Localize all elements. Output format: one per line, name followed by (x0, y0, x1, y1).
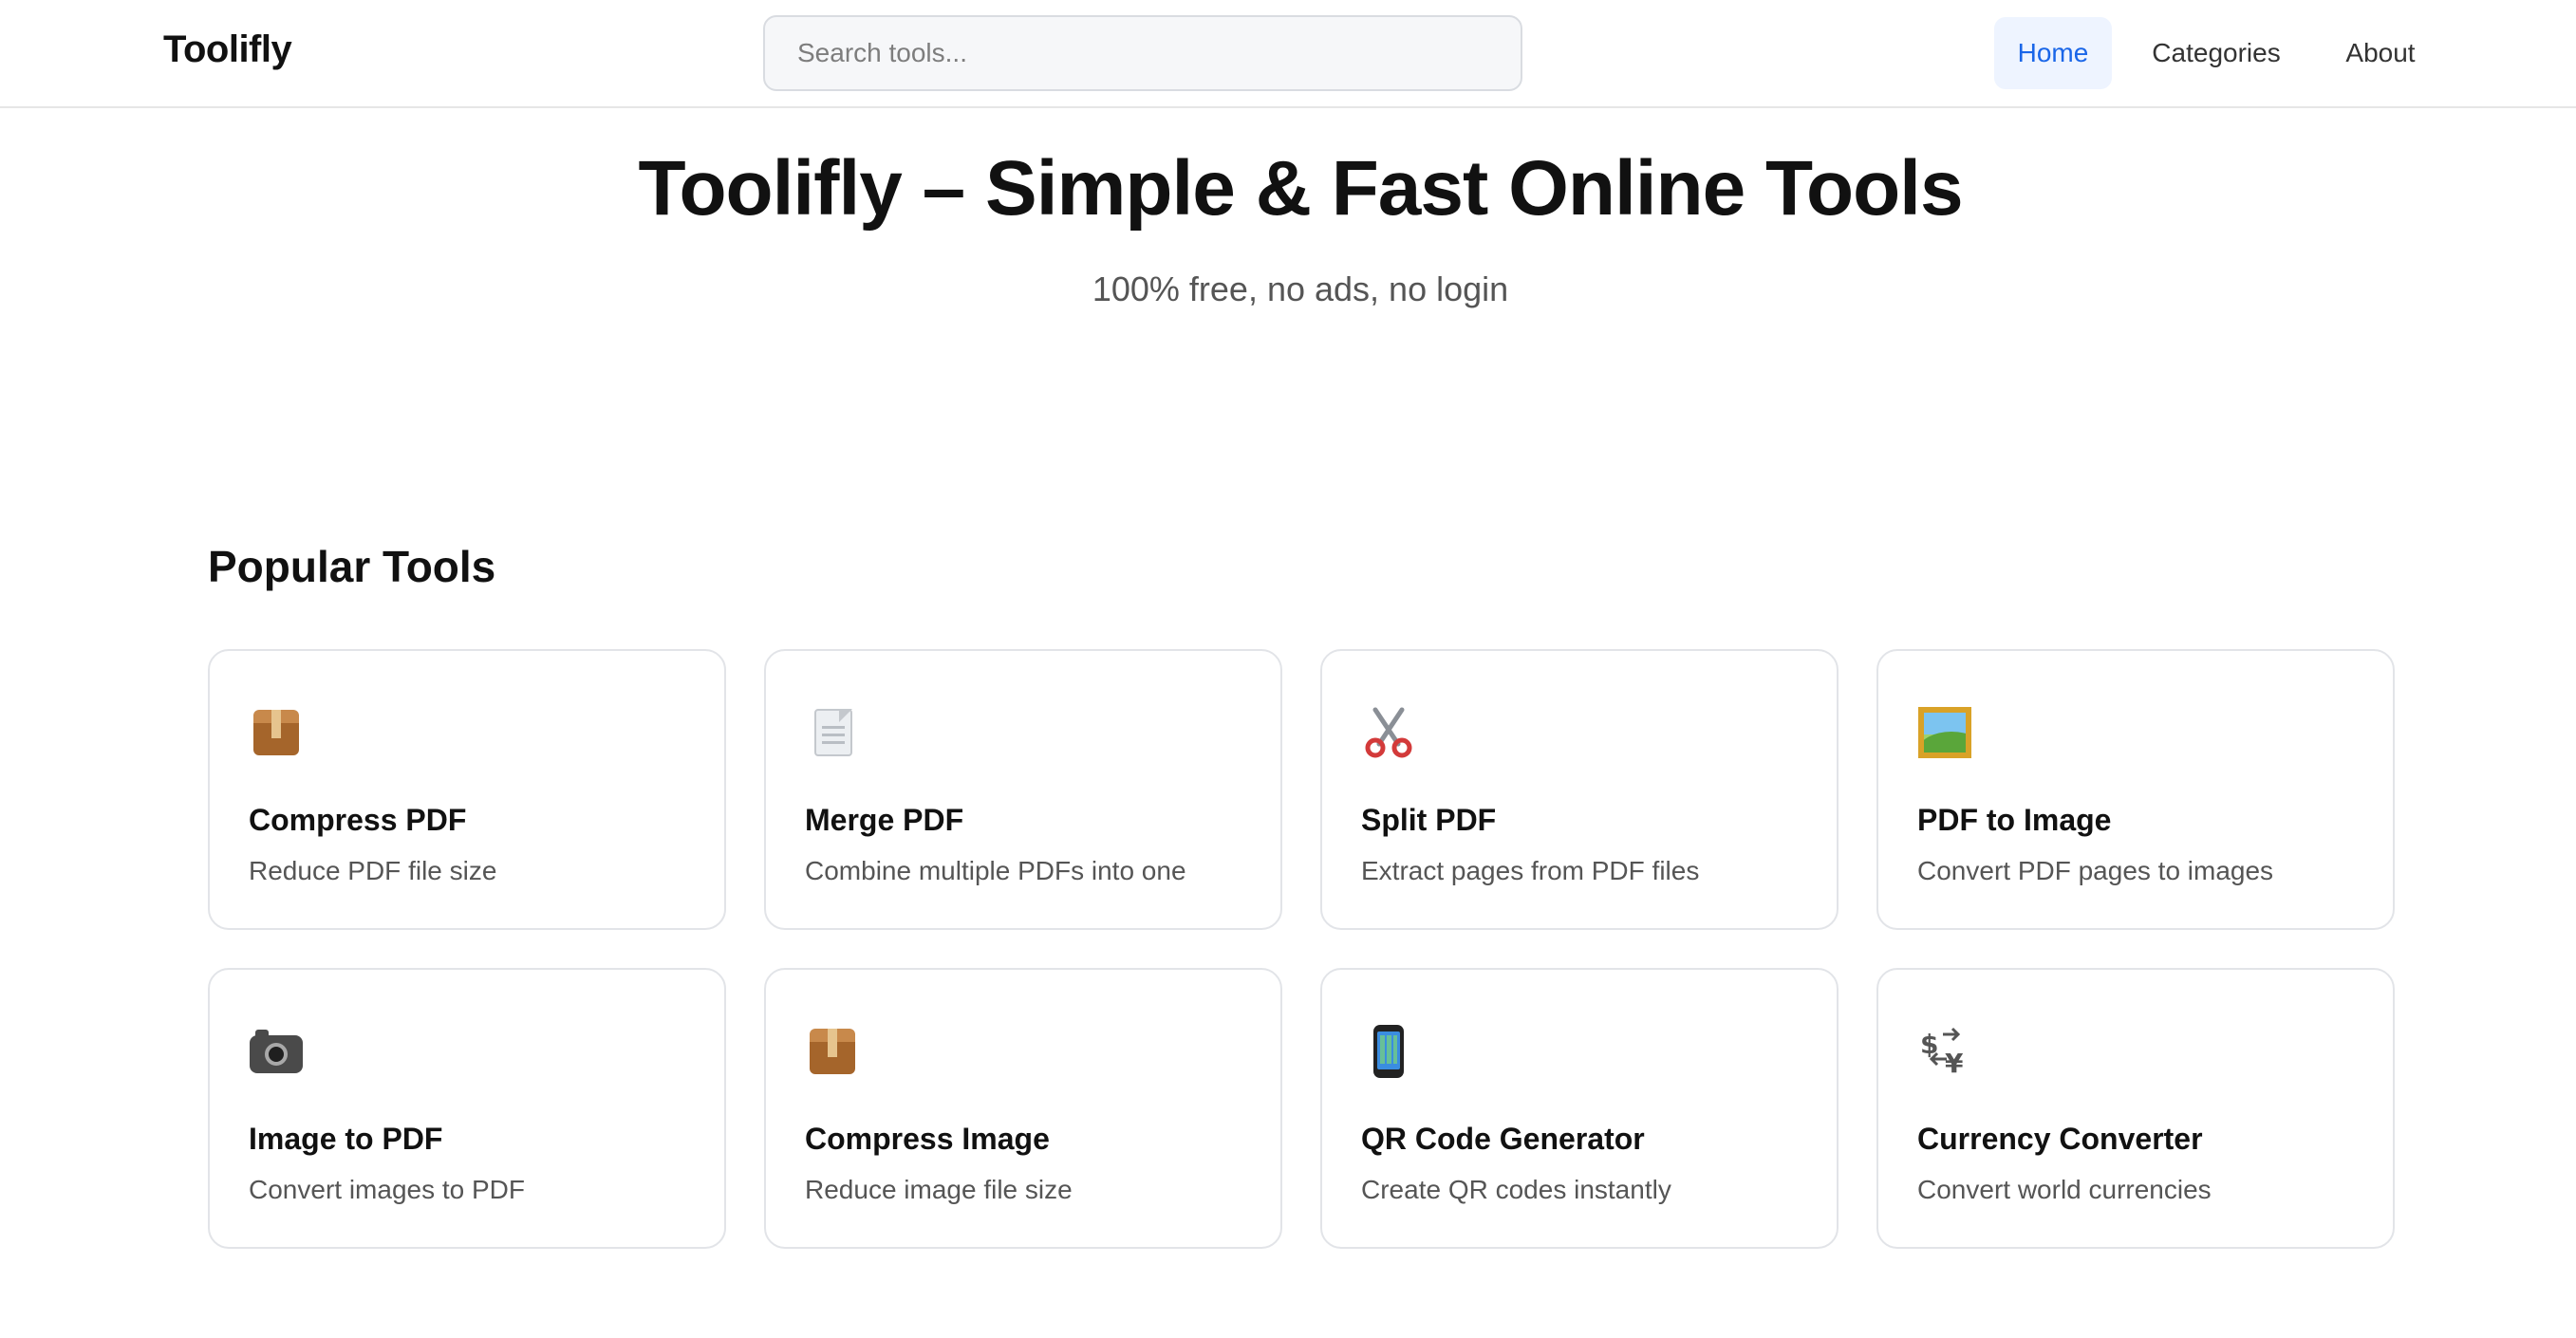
hero-subtitle: 100% free, no ads, no login (1092, 269, 1509, 308)
tool-card-title: Image to PDF (249, 1122, 443, 1156)
tool-card-title: QR Code Generator (1361, 1122, 1645, 1156)
tool-card-description: Reduce image file size (805, 1175, 1073, 1204)
top-navigation-bar: Toolifly Home Categories About (0, 0, 2576, 108)
tool-card-description: Create QR codes instantly (1361, 1175, 1671, 1204)
site-logo[interactable]: Toolifly (163, 28, 292, 71)
tool-card-compress-image[interactable]: Compress Image Reduce image file size (764, 968, 1282, 1249)
tool-card-compress-pdf[interactable]: Compress PDF Reduce PDF file size (208, 649, 726, 930)
tool-card-description: Convert PDF pages to images (1917, 856, 2274, 885)
package-icon (248, 704, 305, 761)
scissors-icon (1360, 704, 1417, 761)
currency-exchange-icon: $ ¥ (1916, 1023, 1973, 1080)
hero-title: Toolifly – Simple & Fast Online Tools (638, 145, 1963, 232)
camera-icon (248, 1023, 305, 1080)
nav-about-link[interactable]: About (2324, 17, 2437, 89)
tool-card-description: Combine multiple PDFs into one (805, 856, 1186, 885)
mobile-phone-icon (1360, 1023, 1417, 1080)
tool-card-title: Compress Image (805, 1122, 1050, 1156)
framed-picture-icon (1916, 704, 1973, 761)
tool-card-description: Convert images to PDF (249, 1175, 525, 1204)
svg-text:¥: ¥ (1945, 1048, 1964, 1078)
tool-card-title: Compress PDF (249, 803, 467, 837)
tool-card-title: PDF to Image (1917, 803, 2112, 837)
tool-card-split-pdf[interactable]: Split PDF Extract pages from PDF files (1320, 649, 1839, 930)
popular-tools-heading: Popular Tools (208, 542, 496, 591)
tools-grid: Compress PDF Reduce PDF file size Merge … (208, 649, 2396, 1249)
tool-card-title: Merge PDF (805, 803, 964, 837)
tool-card-title: Currency Converter (1917, 1122, 2203, 1156)
tool-card-description: Convert world currencies (1917, 1175, 2212, 1204)
search-input[interactable] (763, 15, 1522, 91)
tool-card-merge-pdf[interactable]: Merge PDF Combine multiple PDFs into one (764, 649, 1282, 930)
tool-card-description: Reduce PDF file size (249, 856, 497, 885)
tool-card-qr-code-generator[interactable]: QR Code Generator Create QR codes instan… (1320, 968, 1839, 1249)
tool-card-pdf-to-image[interactable]: PDF to Image Convert PDF pages to images (1876, 649, 2395, 930)
tool-card-title: Split PDF (1361, 803, 1497, 837)
package-icon (804, 1023, 861, 1080)
document-icon (804, 704, 861, 761)
nav-categories-link[interactable]: Categories (2134, 17, 2299, 89)
nav-home-link[interactable]: Home (1994, 17, 2112, 89)
tool-card-image-to-pdf[interactable]: Image to PDF Convert images to PDF (208, 968, 726, 1249)
tool-card-description: Extract pages from PDF files (1361, 856, 1700, 885)
tool-card-currency-converter[interactable]: $ ¥ Currency Converter Convert world cur… (1876, 968, 2395, 1249)
